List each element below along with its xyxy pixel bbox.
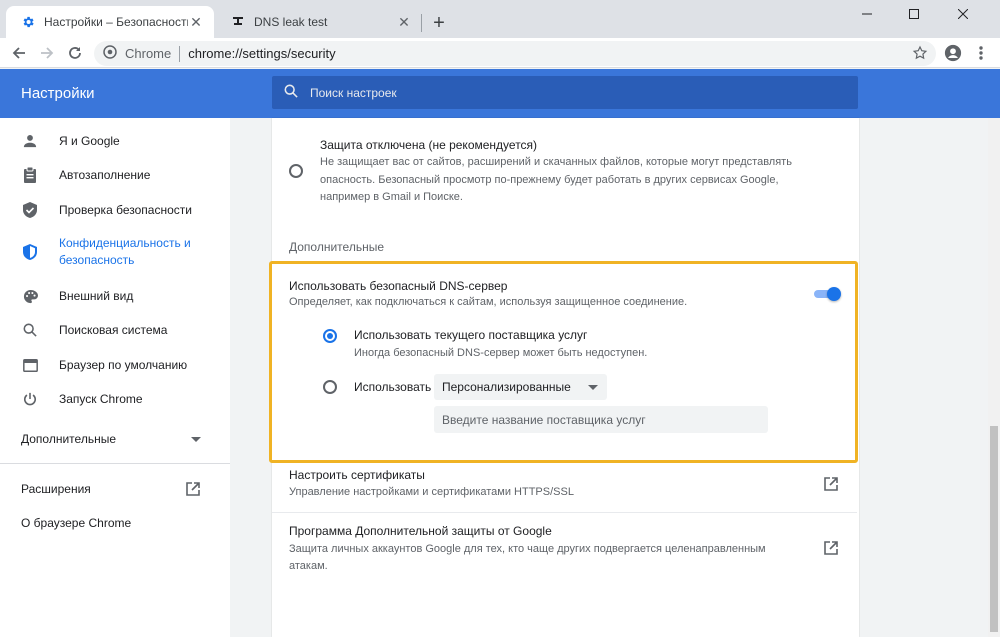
- omnibox-separator: [179, 45, 181, 62]
- settings-search-input[interactable]: Поиск настроек: [272, 76, 858, 109]
- sidebar-item-label: Браузер по умолчанию: [59, 357, 188, 372]
- menu-kebab-icon[interactable]: [970, 42, 992, 64]
- dns-favicon-icon: [230, 14, 246, 30]
- address-bar[interactable]: Chrome chrome://settings/security: [94, 41, 936, 66]
- shield-icon: [21, 201, 39, 219]
- sidebar-item-label: Внешний вид: [59, 288, 134, 303]
- open-in-new-icon[interactable]: [186, 482, 200, 499]
- sidebar-item-label: Запуск Chrome: [59, 391, 143, 406]
- site-name: Chrome: [125, 46, 172, 61]
- sidebar-item-about-chrome[interactable]: О браузере Chrome: [21, 516, 131, 530]
- tab-separator: [421, 14, 422, 32]
- palette-icon: [21, 287, 39, 305]
- browser-toolbar: Chrome chrome://settings/security: [0, 38, 1000, 68]
- settings-header: Настройки Поиск настроек: [0, 69, 1000, 118]
- chrome-site-icon: [103, 45, 117, 62]
- radio-protection-off[interactable]: [289, 164, 303, 178]
- manage-certificates-title: Настроить сертификаты: [289, 468, 425, 482]
- close-tab-icon[interactable]: ✕: [188, 14, 204, 30]
- tab-dns-leak-test[interactable]: DNS leak test ✕: [216, 6, 422, 38]
- browser-icon: [21, 356, 39, 374]
- manage-certificates-subtitle: Управление настройками и сертификатами H…: [289, 486, 574, 498]
- sidebar-item-you-and-google[interactable]: Я и Google: [0, 132, 230, 150]
- minimize-button[interactable]: [844, 0, 890, 28]
- protection-off-desc-line3: например в Gmail и Поиске.: [320, 191, 463, 203]
- advanced-protection-desc-line1: Защита личных аккаунтов Google для тех, …: [289, 543, 766, 555]
- protection-off-title: Защита отключена (не рекомендуется): [320, 138, 538, 152]
- caret-down-icon: [191, 432, 201, 446]
- url-text: chrome://settings/security: [188, 46, 336, 61]
- close-window-button[interactable]: [938, 0, 988, 28]
- protection-off-desc-line2: опасность. Безопасный просмотр по-прежне…: [320, 174, 779, 186]
- maximize-button[interactable]: [890, 0, 938, 28]
- sidebar-item-label: Поисковая система: [59, 322, 168, 337]
- profile-avatar[interactable]: [942, 42, 964, 64]
- sidebar-item-label: Я и Google: [59, 133, 120, 148]
- clipboard-icon: [21, 166, 39, 184]
- sidebar-advanced-toggle[interactable]: Дополнительные: [21, 432, 201, 446]
- sidebar-item-search-engine[interactable]: Поисковая система: [0, 321, 230, 339]
- sidebar-item-appearance[interactable]: Внешний вид: [0, 287, 230, 305]
- sidebar-item-extensions[interactable]: Расширения: [21, 482, 91, 496]
- scrollbar-thumb[interactable]: [990, 426, 998, 632]
- advanced-protection-title: Программа Дополнительной защиты от Googl…: [289, 524, 552, 538]
- bookmark-star-icon[interactable]: [912, 45, 928, 64]
- sidebar-item-on-startup[interactable]: Запуск Chrome: [0, 390, 230, 408]
- advanced-protection-desc-line2: атакам.: [289, 560, 328, 572]
- shield-lock-icon: [21, 243, 39, 261]
- tab-title: Настройки – Безопасность: [44, 15, 188, 29]
- search-icon: [284, 84, 298, 101]
- close-tab-icon[interactable]: ✕: [396, 14, 412, 30]
- power-icon: [21, 390, 39, 408]
- row-divider: [272, 512, 857, 513]
- scrollbar[interactable]: [988, 118, 1000, 637]
- back-button[interactable]: [8, 42, 30, 64]
- sidebar-item-autofill[interactable]: Автозаполнение: [0, 166, 230, 184]
- sidebar-item-label: Конфиденциальность и безопасность: [59, 236, 191, 267]
- section-heading-advanced: Дополнительные: [289, 240, 384, 254]
- sidebar-advanced-label: Дополнительные: [21, 432, 116, 446]
- page-title: Настройки: [21, 85, 95, 102]
- sidebar-item-label: Автозаполнение: [59, 167, 151, 182]
- dns-highlight-frame: [269, 261, 858, 463]
- tab-strip: Настройки – Безопасность ✕ DNS leak test…: [0, 0, 1000, 38]
- tab-title: DNS leak test: [254, 15, 328, 29]
- new-tab-button[interactable]: +: [428, 12, 450, 34]
- sidebar-item-privacy-security[interactable]: Конфиденциальность и безопасность: [0, 235, 230, 269]
- gear-icon: [20, 14, 36, 30]
- open-in-new-icon[interactable]: [824, 477, 838, 494]
- reload-button[interactable]: [64, 42, 86, 64]
- protection-off-desc-line1: Не защищает вас от сайтов, расширений и …: [320, 156, 792, 168]
- sidebar-item-safety-check[interactable]: Проверка безопасности: [0, 201, 230, 219]
- tab-settings-security[interactable]: Настройки – Безопасность ✕: [6, 6, 214, 38]
- open-in-new-icon[interactable]: [824, 541, 838, 558]
- settings-sidebar: Я и Google Автозаполнение Проверка безоп…: [0, 118, 230, 637]
- sidebar-item-label: Проверка безопасности: [59, 202, 192, 217]
- person-icon: [21, 132, 39, 150]
- sidebar-divider: [0, 463, 230, 464]
- forward-button[interactable]: [36, 42, 58, 64]
- sidebar-item-default-browser[interactable]: Браузер по умолчанию: [0, 356, 230, 374]
- search-icon: [21, 321, 39, 339]
- search-placeholder: Поиск настроек: [310, 85, 397, 100]
